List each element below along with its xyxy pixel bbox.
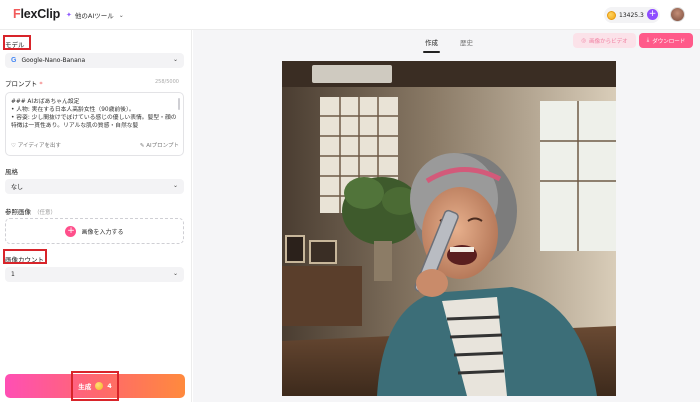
reference-image-label: 参照画像 （任意）: [5, 206, 56, 216]
reference-image-label-text: 参照画像: [5, 208, 31, 216]
tab-history[interactable]: 歴史: [460, 37, 473, 47]
google-icon: G: [11, 57, 17, 64]
download-icon: ⤓: [646, 37, 650, 43]
highlight-box-image-count: [3, 249, 47, 264]
upload-image-button[interactable]: + 画像を入力する: [5, 218, 184, 244]
sparkle-icon: ✦: [66, 11, 72, 19]
prompt-textarea[interactable]: ### AIおばあちゃん設定 • 人物: 実在する日本人高齢女性（90歳前後）。…: [5, 92, 184, 156]
image-to-video-button[interactable]: ◎ 画像からビデオ: [573, 33, 636, 48]
generated-image[interactable]: [282, 61, 616, 396]
ai-prompt-button[interactable]: ✎ AIプロンプト: [140, 141, 179, 149]
credits-value: 13425.3: [619, 11, 644, 19]
idea-button-label: アイディアを出す: [17, 143, 62, 149]
upload-image-label: 画像を入力する: [81, 228, 124, 236]
video-icon: ◎: [581, 37, 587, 44]
chevron-down-icon: ⌄: [172, 182, 178, 189]
settings-panel: モデル G Google-Nano-Banana ⌄ プロンプト * 258/5…: [0, 30, 192, 402]
lightbulb-icon: ♡: [11, 143, 16, 149]
model-select-value: Google-Nano-Banana: [21, 57, 86, 64]
chevron-down-icon: ⌄: [172, 56, 178, 63]
flexclip-logo[interactable]: FlexClip: [13, 7, 60, 21]
coin-icon: [607, 10, 616, 20]
idea-button[interactable]: ♡ アイディアを出す: [11, 141, 61, 149]
model-select[interactable]: G Google-Nano-Banana ⌄: [5, 53, 184, 68]
ai-wand-icon: ✎: [139, 143, 145, 149]
image-count-value: 1: [11, 271, 15, 278]
style-label: 風格: [5, 168, 18, 176]
download-button[interactable]: ⤓ ダウンロード: [639, 33, 693, 48]
chevron-down-icon: ⌄: [172, 270, 178, 277]
prompt-text[interactable]: ### AIおばあちゃん設定 • 人物: 実在する日本人高齢女性（90歳前後）。…: [11, 98, 179, 132]
style-select[interactable]: なし ⌄: [5, 179, 184, 194]
generated-image-illustration: [282, 61, 616, 396]
prompt-label: プロンプト *: [5, 78, 43, 88]
tab-create[interactable]: 作成: [423, 37, 440, 53]
top-bar: FlexClip ✦ 他のAIツール ⌄ 13425.3 +: [0, 0, 700, 30]
chevron-down-icon: ⌄: [118, 11, 124, 19]
add-credits-button[interactable]: +: [647, 9, 658, 20]
result-tabs: 作成 歴史: [423, 37, 473, 53]
plus-icon: +: [65, 225, 77, 237]
ai-prompt-label: AIプロンプト: [146, 143, 179, 149]
ai-tools-label: 他のAIツール: [74, 12, 114, 20]
prompt-char-count: 258/5000: [155, 79, 179, 85]
optional-mark: （任意）: [34, 210, 57, 216]
download-label: ダウンロード: [652, 38, 686, 45]
ai-tools-menu[interactable]: ✦ 他のAIツール ⌄: [66, 10, 124, 20]
user-avatar[interactable]: [670, 7, 685, 22]
required-mark: *: [39, 80, 43, 88]
highlight-box-generate: [71, 371, 119, 401]
prompt-label-text: プロンプト: [5, 80, 38, 88]
highlight-box-model: [3, 35, 31, 50]
logo-text: lexClip: [20, 7, 61, 21]
prompt-scrollbar[interactable]: [178, 98, 180, 110]
preview-area: 作成 歴史 ◎ 画像からビデオ ⤓ ダウンロード: [193, 30, 700, 402]
image-count-select[interactable]: 1 ⌄: [5, 267, 184, 282]
credits-badge[interactable]: 13425.3 +: [604, 7, 660, 23]
style-select-value: なし: [11, 184, 24, 191]
image-to-video-label: 画像からビデオ: [589, 38, 628, 45]
